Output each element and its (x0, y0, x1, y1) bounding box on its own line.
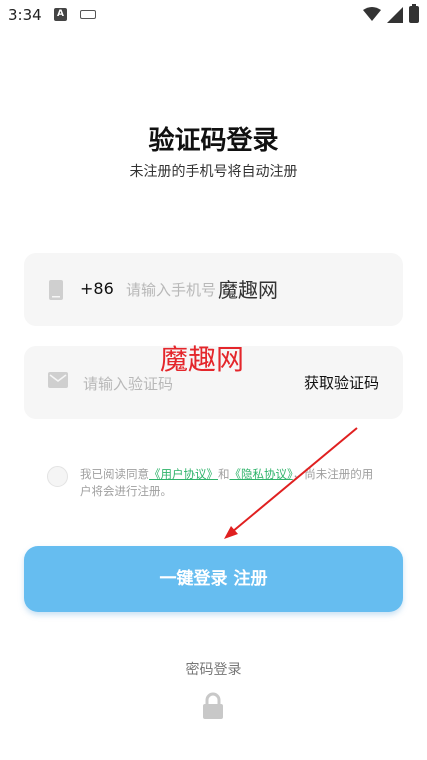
get-code-button[interactable]: 获取验证码 (304, 372, 379, 393)
watermark: 魔趣网 (160, 343, 245, 376)
mail-icon (48, 372, 68, 388)
agreement-text: 我已阅读同意《用户协议》和《隐私协议》，尚未注册的用户将会进行注册。 (80, 466, 380, 500)
lock-icon[interactable] (201, 692, 225, 720)
password-login-link[interactable]: 密码登录 (0, 659, 427, 679)
battery-icon (409, 4, 419, 23)
country-code[interactable]: +86 (80, 279, 114, 298)
page-title: 验证码登录 (148, 126, 279, 156)
keyboard-icon (80, 10, 96, 19)
signal-icon (387, 6, 403, 23)
wifi-icon (363, 7, 381, 21)
notification-a-icon: A (54, 8, 67, 21)
phone-icon (49, 280, 63, 300)
status-icons (363, 4, 419, 23)
agreement-and: 和 (218, 467, 230, 481)
watermark: 魔趣网 (218, 278, 278, 302)
agreement-prefix: 我已阅读同意 (80, 467, 149, 481)
phone-placeholder: 请输入手机号 (126, 281, 217, 299)
page-subtitle: 未注册的手机号将自动注册 (129, 164, 298, 180)
status-bar: 3:34 A (0, 0, 427, 34)
one-click-login-button[interactable]: 一键登录 注册 (24, 546, 403, 612)
phone-input-field[interactable]: +86 请输入手机号 (24, 253, 403, 326)
user-agreement-link[interactable]: 《用户协议》 (149, 467, 218, 481)
agreement-checkbox[interactable] (47, 466, 68, 487)
status-time: 3:34 (8, 6, 42, 24)
privacy-agreement-link[interactable]: 《隐私协议》 (230, 467, 293, 481)
